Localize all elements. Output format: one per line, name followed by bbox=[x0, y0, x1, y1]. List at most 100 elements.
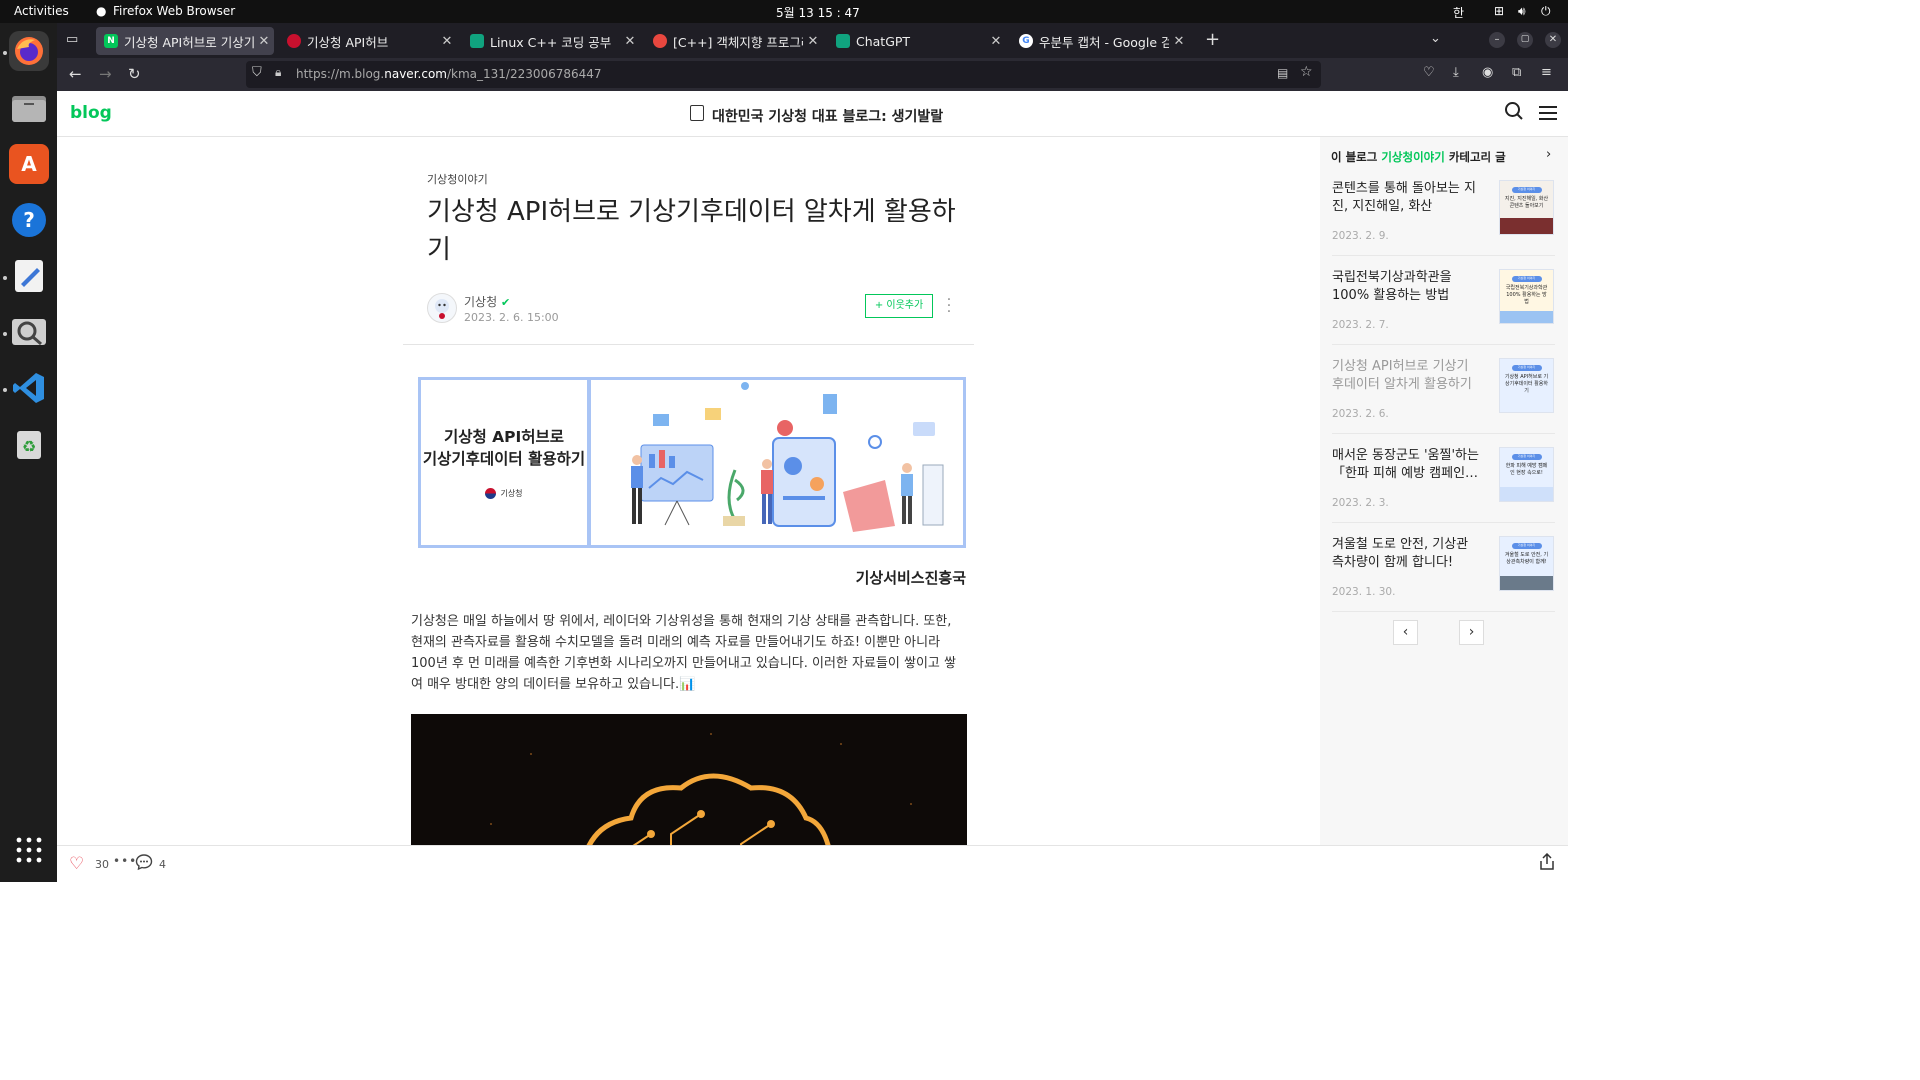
sidebar-post-title: 매서운 동장군도 '움찔'하는 「한파 피해 예방 캠페인… bbox=[1332, 448, 1479, 481]
kma-favicon-icon bbox=[287, 34, 301, 48]
back-arrow-icon[interactable]: ← bbox=[69, 65, 82, 83]
new-tab-plus-icon[interactable]: + bbox=[1205, 29, 1220, 50]
post-thumbnail: 기상청 이야기 국립전북기상과학관 100% 활용하는 방법 bbox=[1499, 269, 1554, 324]
tab-4[interactable]: [C++] 객체지향 프로그래밍 ✕ bbox=[645, 27, 823, 55]
close-tab-icon[interactable]: ✕ bbox=[1169, 34, 1189, 49]
firefox-small-icon: ● bbox=[96, 4, 107, 18]
sidebar-post-item[interactable]: 매서운 동장군도 '움찔'하는 「한파 피해 예방 캠페인… 2023. 2. … bbox=[1332, 447, 1555, 523]
close-tab-icon[interactable]: ✕ bbox=[254, 34, 274, 49]
firefox-icon[interactable] bbox=[9, 31, 49, 71]
reload-icon[interactable]: ↻ bbox=[128, 65, 141, 83]
close-window-icon[interactable]: ✕ bbox=[1545, 32, 1561, 48]
tracking-shield-icon[interactable]: ⛉ bbox=[252, 65, 262, 80]
hamburger-menu-icon[interactable] bbox=[1539, 105, 1557, 125]
pocket-icon[interactable]: ♡ bbox=[1423, 65, 1435, 80]
post-thumbnail: 기상청 이야기 기상청 API허브로 기상기후데이터 활용하기 bbox=[1499, 358, 1554, 413]
network-icon[interactable]: ⊞ bbox=[1494, 4, 1504, 18]
ubuntu-dock: A ? ♻ bbox=[0, 23, 57, 882]
tab-5[interactable]: ChatGPT ✕ bbox=[828, 27, 1006, 55]
screenshot-tool-icon[interactable] bbox=[9, 312, 49, 352]
verified-badge-icon: ✔ bbox=[500, 296, 511, 309]
heart-like-icon[interactable]: ♡ bbox=[69, 854, 84, 874]
post-title: 기상청 API허브로 기상기후데이터 알차게 활용하기 bbox=[427, 197, 956, 265]
share-icon[interactable] bbox=[1539, 852, 1555, 874]
list-tabs-chevron-down-icon[interactable]: ⌄ bbox=[1430, 31, 1441, 46]
text-editor-icon[interactable] bbox=[9, 256, 49, 296]
url-bar[interactable]: ⛉ 🔒︎ https://m.blog.naver.com/kma_131/22… bbox=[246, 61, 1321, 88]
add-neighbor-button[interactable]: + 이웃추가 bbox=[865, 294, 933, 318]
tab-2[interactable]: 기상청 API허브 ✕ bbox=[279, 27, 457, 55]
lock-icon[interactable]: 🔒︎ bbox=[275, 65, 281, 80]
more-reactions-icon[interactable]: ••• bbox=[113, 854, 137, 868]
post-banner-image[interactable]: 기상청 API허브로 기상기후데이터 활용하기 기상청 bbox=[418, 377, 966, 548]
running-indicator bbox=[3, 276, 7, 280]
reader-view-icon[interactable]: ▤ bbox=[1277, 66, 1288, 80]
blog-favicon-icon bbox=[653, 34, 667, 48]
blog-header: blog 대한민국 기상청 대표 블로그: 생기발랄 bbox=[57, 91, 1568, 137]
sidebar-post-item-current[interactable]: 기상청 API허브로 기상기후데이터 알차게 활용하기 2023. 2. 6. … bbox=[1332, 358, 1555, 434]
sidebar-post-item[interactable]: 국립전북기상과학관을 100% 활용하는 방법 2023. 2. 7. 기상청 … bbox=[1332, 269, 1555, 345]
menu-icon[interactable]: ≡ bbox=[1541, 65, 1552, 80]
close-tab-icon[interactable]: ✕ bbox=[803, 34, 823, 49]
sidebar-prev-button[interactable]: ‹ bbox=[1393, 620, 1418, 645]
more-options-icon[interactable]: · · · bbox=[946, 293, 952, 319]
banner-line-1: 기상청 API허브로 bbox=[443, 428, 565, 446]
sidebar-post-date: 2023. 2. 3. bbox=[1332, 497, 1389, 509]
clock[interactable]: 5월 13 15 : 47 bbox=[776, 4, 860, 21]
svg-text:?: ? bbox=[23, 208, 35, 232]
sidebar-next-button[interactable]: › bbox=[1459, 620, 1484, 645]
tab-title: 우분투 캡처 - Google 검색 bbox=[1039, 34, 1169, 50]
account-icon[interactable]: ◉ bbox=[1482, 65, 1493, 80]
sidebar-heading[interactable]: 이 블로그 기상청이야기 카테고리 글 bbox=[1331, 149, 1506, 165]
running-indicator bbox=[3, 332, 7, 336]
sidebar-post-title: 겨울철 도로 안전, 기상관측차량이 함께 합니다! bbox=[1332, 537, 1469, 570]
maximize-icon[interactable]: ▢ bbox=[1517, 32, 1533, 48]
sidebar-post-item[interactable]: 콘텐츠를 통해 돌아보는 지진, 지진해일, 화산 2023. 2. 9. 기상… bbox=[1332, 180, 1555, 256]
running-indicator bbox=[3, 51, 7, 55]
show-apps-grid-icon[interactable] bbox=[9, 830, 49, 870]
blog-title[interactable]: 대한민국 기상청 대표 블로그: 생기발랄 bbox=[712, 106, 943, 126]
category-sidebar: 이 블로그 기상청이야기 카테고리 글 › 콘텐츠를 통해 돌아보는 지진, 지… bbox=[1320, 137, 1568, 846]
extensions-icon[interactable]: ⧉ bbox=[1512, 65, 1521, 80]
comment-count: 4 bbox=[159, 858, 166, 871]
comment-icon[interactable] bbox=[135, 853, 153, 874]
chatgpt-favicon-icon bbox=[470, 34, 484, 48]
app-center-icon[interactable]: A bbox=[9, 144, 49, 184]
power-icon[interactable]: ⏻ bbox=[1541, 4, 1551, 19]
chevron-right-icon[interactable]: › bbox=[1546, 147, 1551, 162]
sidebar-post-title: 콘텐츠를 통해 돌아보는 지진, 지진해일, 화산 bbox=[1332, 181, 1476, 214]
trash-icon[interactable]: ♻ bbox=[9, 424, 49, 464]
minimize-icon[interactable]: – bbox=[1489, 32, 1505, 48]
url-text[interactable]: https://m.blog.naver.com/kma_131/2230067… bbox=[296, 67, 602, 81]
chatgpt-favicon-icon bbox=[836, 34, 850, 48]
sidebar-post-date: 2023. 1. 30. bbox=[1332, 586, 1396, 598]
author-avatar[interactable] bbox=[427, 293, 457, 323]
sidebar-post-item[interactable]: 겨울철 도로 안전, 기상관측차량이 함께 합니다! 2023. 1. 30. … bbox=[1332, 536, 1555, 612]
app-name[interactable]: Firefox Web Browser bbox=[113, 4, 235, 18]
input-method-indicator[interactable]: 한 bbox=[1453, 4, 1464, 21]
files-icon[interactable] bbox=[9, 88, 49, 128]
post-paragraph: 기상청은 매일 하늘에서 땅 위에서, 레이더와 기상위성을 통해 현재의 기상… bbox=[411, 614, 956, 692]
firefox-view-icon[interactable]: ▭ bbox=[66, 32, 78, 47]
search-icon[interactable] bbox=[1504, 101, 1524, 126]
forward-arrow-icon[interactable]: → bbox=[99, 65, 112, 83]
tab-3[interactable]: Linux C++ 코딩 공부 ✕ bbox=[462, 27, 640, 55]
close-tab-icon[interactable]: ✕ bbox=[620, 34, 640, 49]
vscode-icon[interactable] bbox=[9, 368, 49, 408]
blog-logo[interactable]: blog bbox=[70, 103, 112, 123]
help-icon[interactable]: ? bbox=[9, 200, 49, 240]
author-name[interactable]: 기상청 ✔ bbox=[464, 293, 510, 310]
post-thumbnail: 기상청 이야기 지진, 지진해일, 화산 콘텐츠 돌아보기 bbox=[1499, 180, 1554, 235]
volume-icon[interactable]: 🔊︎ bbox=[1518, 4, 1526, 19]
activities-button[interactable]: Activities bbox=[14, 4, 69, 18]
tab-6[interactable]: G 우분투 캡처 - Google 검색 ✕ bbox=[1011, 27, 1189, 55]
bookmark-star-icon[interactable]: ☆ bbox=[1300, 64, 1313, 80]
close-tab-icon[interactable]: ✕ bbox=[986, 34, 1006, 49]
downloads-icon[interactable]: ⤓ bbox=[1453, 65, 1459, 80]
close-tab-icon[interactable]: ✕ bbox=[437, 34, 457, 49]
post-category[interactable]: 기상청이야기 bbox=[427, 171, 488, 187]
system-top-bar: Activities ● Firefox Web Browser 5월 13 1… bbox=[0, 0, 1568, 23]
banner-line-2: 기상기후데이터 활용하기 bbox=[422, 450, 586, 468]
tab-title: 기상청 API허브로 기상기후 bbox=[124, 34, 254, 50]
tab-active[interactable]: N 기상청 API허브로 기상기후 ✕ bbox=[96, 27, 274, 55]
